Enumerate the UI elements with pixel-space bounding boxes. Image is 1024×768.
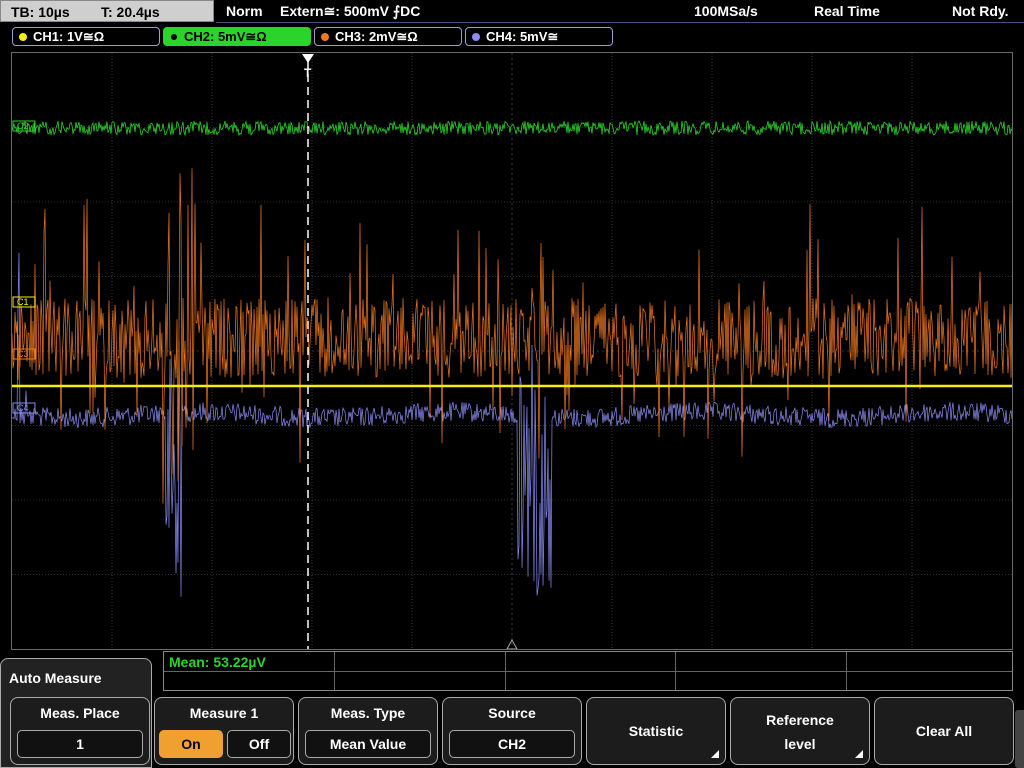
measure1-softkey[interactable]: Measure 1 On Off: [154, 697, 294, 765]
menu-title: Auto Measure: [9, 670, 102, 686]
trigger-source: Extern≅: 500mV ⨍DC: [280, 3, 421, 19]
clear-all-softkey[interactable]: Clear All: [874, 697, 1014, 765]
softkey-label: Clear All: [915, 723, 973, 739]
measure1-off-toggle[interactable]: Off: [227, 730, 291, 758]
channel-tab-ch1[interactable]: CH1: 1V≅Ω: [12, 27, 160, 46]
ch4-dot-icon: [472, 33, 480, 41]
channel-tab-ch4[interactable]: CH4: 5mV≅: [465, 27, 613, 46]
trigger-time-value: T: 20.4µs: [101, 4, 160, 20]
channel-tab-label: CH2: 5mV≅Ω: [184, 29, 267, 44]
timebase-value: TB: 10µs: [11, 4, 70, 20]
mean-value: Mean: 53.22µV: [169, 654, 266, 670]
ch3-marker-label: C3: [17, 349, 29, 359]
sample-rate: 100MSa/s: [694, 3, 758, 19]
source-softkey[interactable]: Source CH2: [442, 697, 582, 765]
ch2-marker-label: C2: [17, 121, 29, 131]
measurement-panel: Mean: 53.22µV: [163, 651, 1013, 691]
trigger-position-icon[interactable]: [302, 54, 314, 63]
submenu-arrow-icon: [711, 750, 719, 758]
trigger-mode: Norm: [226, 3, 263, 19]
channel-tab-label: CH4: 5mV≅: [486, 29, 559, 44]
meas-place-value[interactable]: 1: [17, 730, 143, 758]
measurement-divider: [675, 652, 676, 690]
softkey-label: Source: [488, 705, 536, 721]
ch1-marker-label: C1: [17, 297, 29, 307]
softkey-label: Meas. Type: [330, 705, 406, 721]
softkey-label: Meas. Place: [40, 705, 120, 721]
ch2-dot-icon: [170, 33, 178, 41]
measurement-divider: [164, 671, 1012, 672]
channel-tab-ch2[interactable]: CH2: 5mV≅Ω: [163, 27, 311, 46]
channel-tab-ch3[interactable]: CH3: 2mV≅Ω: [314, 27, 462, 46]
measurement-divider: [505, 652, 506, 690]
softkey-label: Reference: [766, 712, 834, 728]
source-value[interactable]: CH2: [449, 730, 575, 758]
statistic-softkey[interactable]: Statistic: [586, 697, 726, 765]
measure1-on-toggle[interactable]: On: [159, 730, 223, 758]
menu-scroll-handle[interactable]: [1015, 710, 1024, 768]
status-bar: TB: 10µs T: 20.4µs Norm Extern≅: 500mV ⨍…: [0, 0, 1024, 24]
meas-type-value[interactable]: Mean Value: [305, 730, 431, 758]
waveform-display[interactable]: C2 C1 C3 C4 T: [11, 52, 1013, 650]
measurement-divider: [334, 652, 335, 690]
status-divider: [216, 22, 1024, 23]
submenu-arrow-icon: [855, 750, 863, 758]
waveform-canvas: C2 C1 C3 C4 T: [12, 53, 1012, 649]
meas-place-softkey[interactable]: Meas. Place 1: [10, 697, 150, 765]
acquisition-mode: Real Time: [814, 3, 880, 19]
acquisition-state: Not Rdy.: [952, 3, 1009, 19]
channel-tab-label: CH3: 2mV≅Ω: [335, 29, 418, 44]
measurement-divider: [846, 652, 847, 690]
channel-tab-label: CH1: 1V≅Ω: [33, 29, 105, 44]
trigger-marker-label: T: [304, 66, 312, 80]
meas-type-softkey[interactable]: Meas. Type Mean Value: [298, 697, 438, 765]
reference-level-softkey[interactable]: Reference level: [730, 697, 870, 765]
softkey-label: Statistic: [628, 723, 684, 739]
ch4-marker-label: C4: [17, 403, 29, 413]
ch1-dot-icon: [19, 33, 27, 41]
ch3-dot-icon: [321, 33, 329, 41]
softkey-label-line2: level: [784, 736, 816, 752]
softkey-label: Measure 1: [189, 705, 259, 721]
timebase-box[interactable]: TB: 10µs T: 20.4µs: [0, 0, 214, 22]
